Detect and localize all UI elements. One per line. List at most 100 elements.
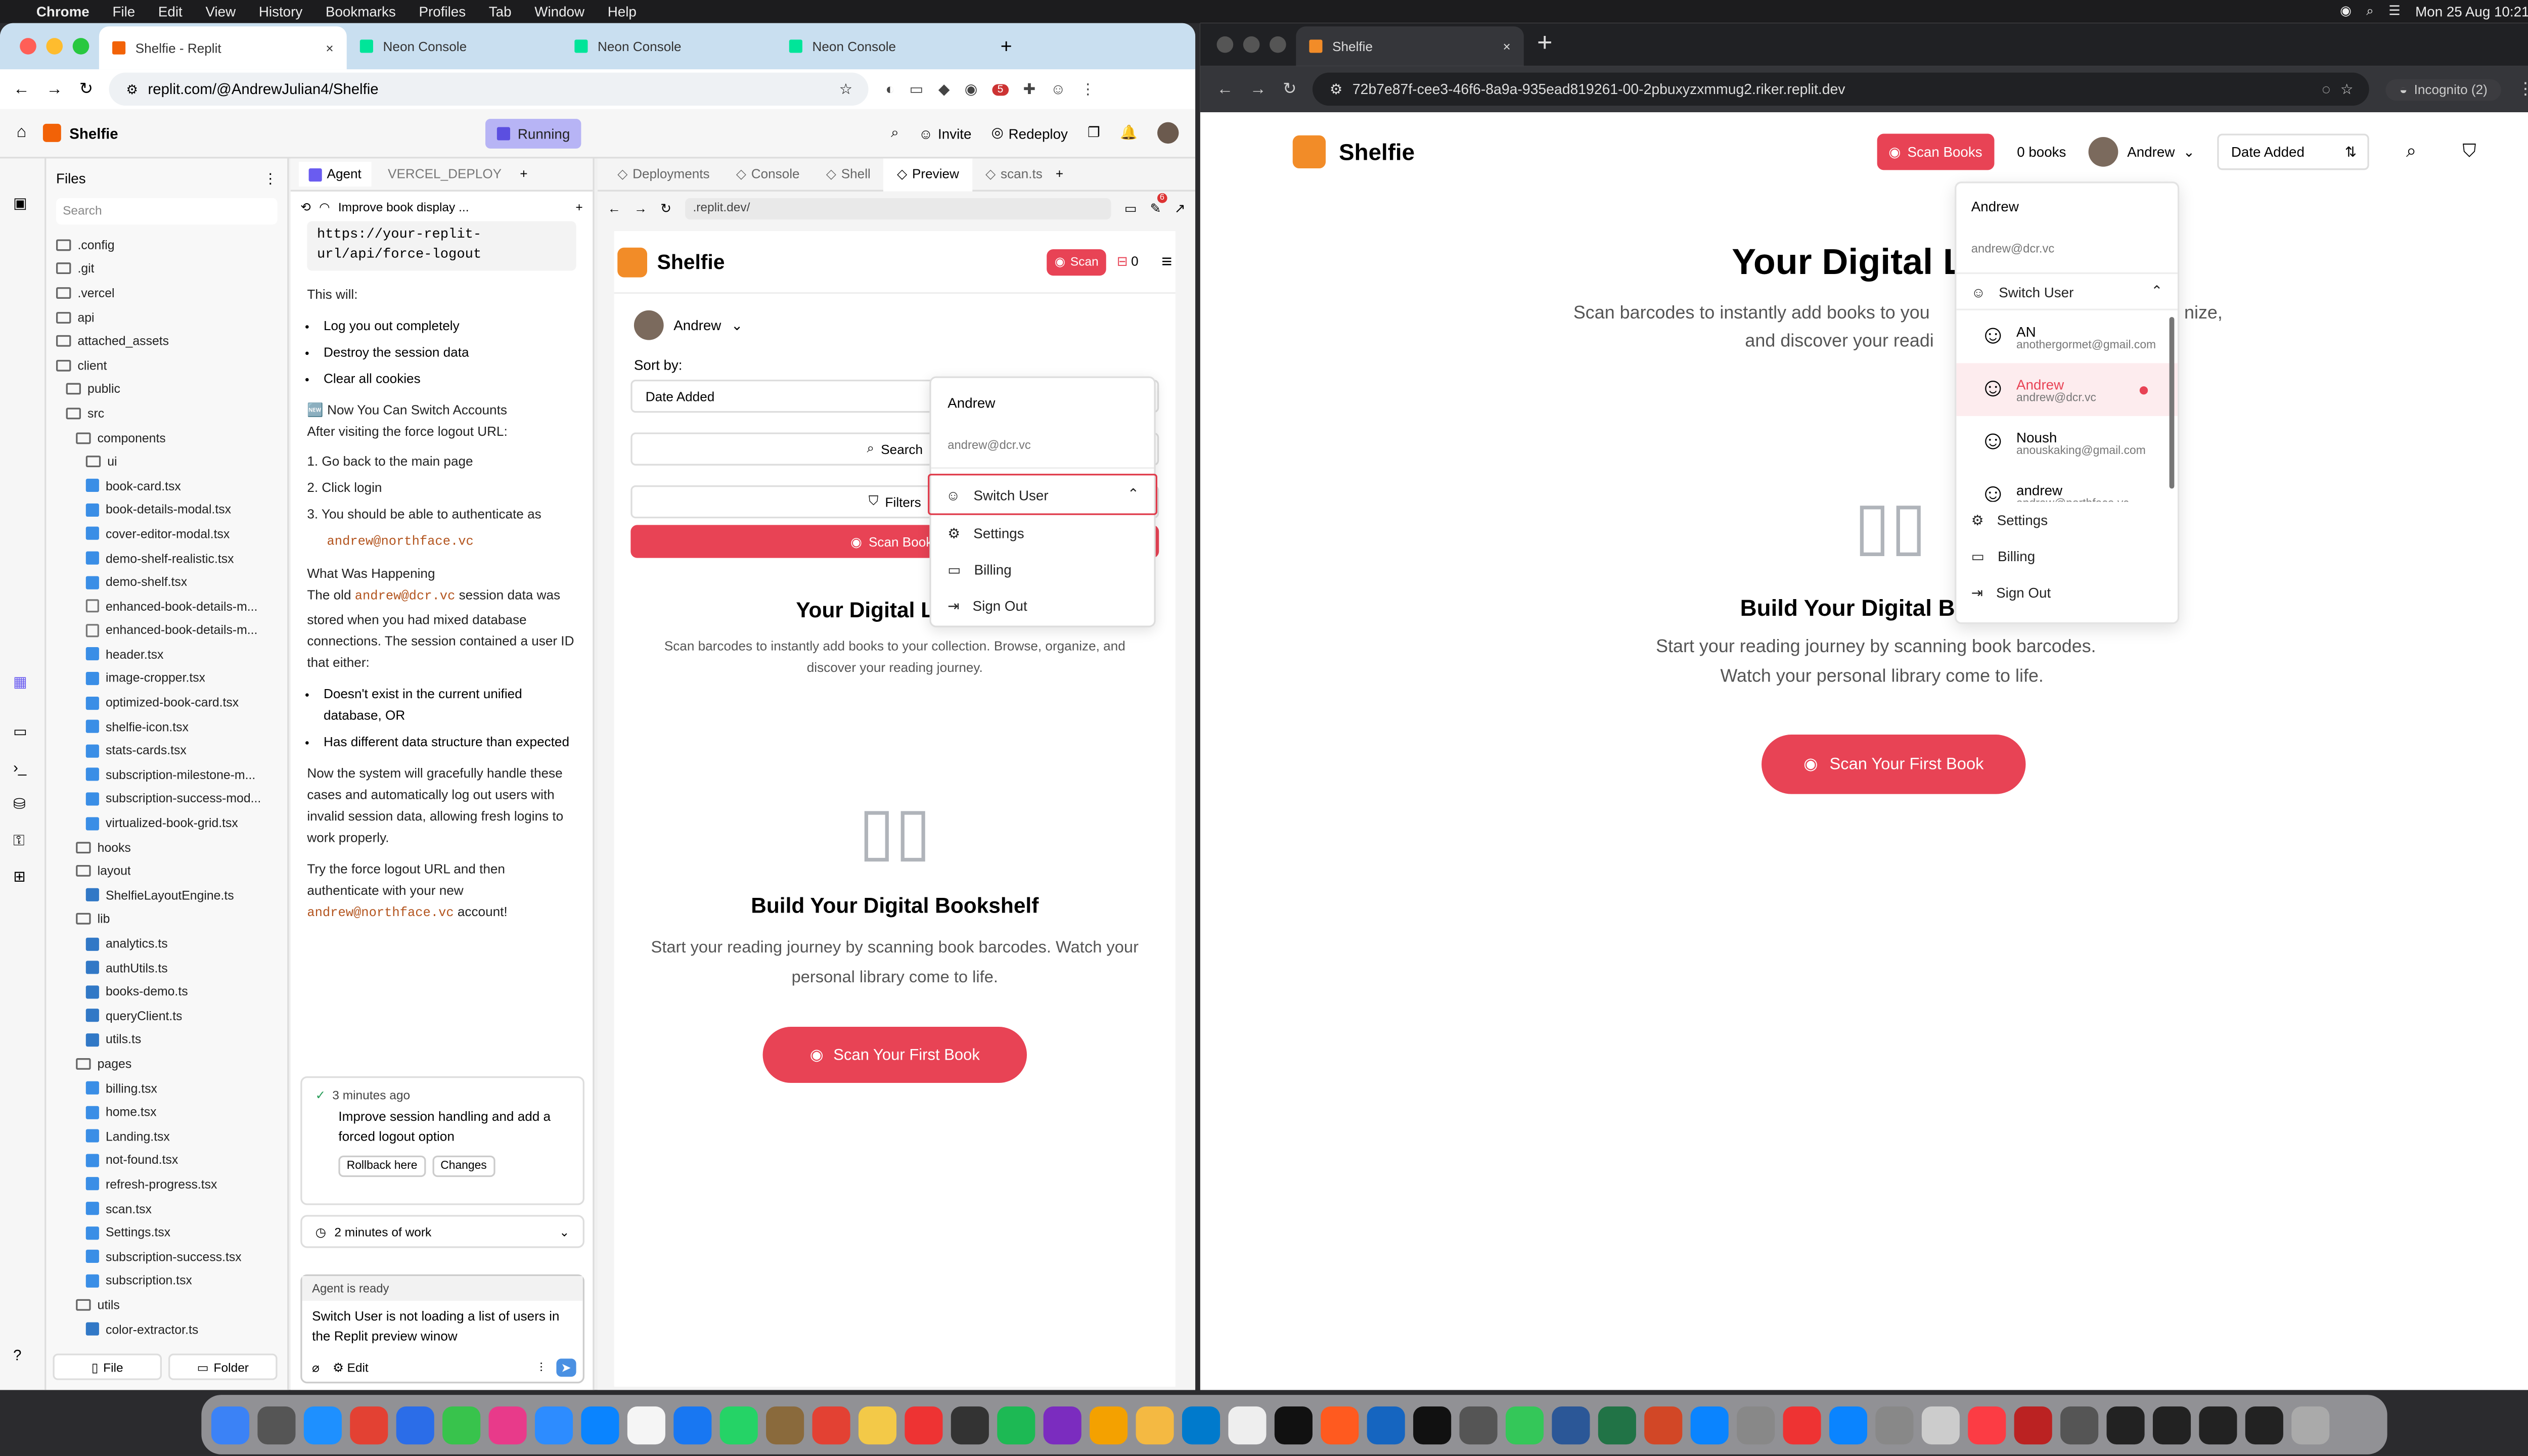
tab-vercel-deploy[interactable]: VERCEL_DEPLOY — [388, 167, 504, 181]
dock-app-icon[interactable] — [2014, 1405, 2052, 1444]
dock-app-icon[interactable] — [442, 1405, 481, 1444]
search-icon[interactable]: ⌕ — [2406, 141, 2416, 162]
dock-app-icon[interactable] — [1552, 1405, 1590, 1444]
dock-app-icon[interactable] — [1321, 1405, 1359, 1444]
tab-neon-1[interactable]: Neon Console — [347, 25, 561, 68]
forward-icon[interactable]: → — [46, 80, 63, 98]
folder-item[interactable]: hooks — [46, 835, 287, 859]
folder-item[interactable]: pages — [46, 1052, 287, 1076]
external-link-icon[interactable]: ↗ — [1175, 201, 1186, 215]
dock-app-icon[interactable] — [2245, 1405, 2283, 1444]
dock-app-icon[interactable] — [1043, 1405, 1081, 1444]
file-item[interactable]: subscription-success.tsx — [46, 1245, 287, 1269]
reload-icon[interactable]: ↻ — [79, 80, 93, 98]
tab-shell[interactable]: ◇ Shell — [813, 158, 884, 191]
file-item[interactable]: enhanced-book-details-m... — [46, 618, 287, 643]
dock-app-icon[interactable] — [303, 1405, 342, 1444]
file-item[interactable]: cover-editor-modal.tsx — [46, 522, 287, 546]
dock-app-icon[interactable] — [858, 1405, 897, 1444]
devices-icon[interactable]: ▭ — [1124, 201, 1137, 215]
file-item[interactable]: books-demo.ts — [46, 980, 287, 1004]
search-icon[interactable]: ⌕ — [2366, 4, 2374, 18]
send-icon[interactable]: ➤ — [556, 1358, 576, 1377]
folder-item[interactable]: lib — [46, 907, 287, 932]
dock-app-icon[interactable] — [488, 1405, 527, 1444]
dock-app-icon[interactable] — [1228, 1405, 1267, 1444]
file-item[interactable]: book-details-modal.tsx — [46, 498, 287, 522]
hamburger-icon[interactable]: ≡ — [1161, 252, 1172, 271]
dock-app-icon[interactable] — [719, 1405, 758, 1444]
preview-icon[interactable]: ▭ — [13, 723, 27, 741]
scan-books-button[interactable]: ◉ Scan Books — [1877, 133, 1994, 170]
file-item[interactable]: Settings.tsx — [46, 1220, 287, 1245]
back-icon[interactable]: ← — [13, 80, 30, 98]
dock-app-icon[interactable] — [951, 1405, 989, 1444]
close-icon[interactable]: × — [326, 40, 333, 55]
dock-app-icon[interactable] — [1090, 1405, 1128, 1444]
file-item[interactable]: scan.tsx — [46, 1197, 287, 1221]
tab-preview[interactable]: ◇ Preview — [883, 157, 973, 191]
menu-chrome[interactable]: Chrome — [36, 4, 89, 20]
user-list-item[interactable]: ☺ Andrew andrew@dcr.vc — [1956, 363, 2178, 416]
pen-icon[interactable]: ✎ 6 — [1150, 192, 1168, 215]
user-list-item[interactable]: ☺ Noush anouskaking@gmail.com — [1956, 416, 2178, 469]
forward-icon[interactable]: → — [634, 201, 647, 215]
file-search-input[interactable]: Search — [56, 198, 278, 225]
dock-app-icon[interactable] — [2152, 1405, 2191, 1444]
dock-app-icon[interactable] — [211, 1405, 250, 1444]
file-item[interactable]: book-card.tsx — [46, 474, 287, 498]
profile-icon[interactable]: ☺ — [1051, 81, 1066, 98]
tab-scan-ts[interactable]: ◇ scan.ts — [972, 158, 1056, 191]
agent-input[interactable]: Switch User is not loading a list of use… — [302, 1301, 583, 1353]
dock-app-icon[interactable] — [396, 1405, 434, 1444]
new-folder-button[interactable]: ▭ Folder — [168, 1353, 278, 1380]
new-thread-icon[interactable]: + — [575, 199, 582, 213]
menu-bookmarks[interactable]: Bookmarks — [326, 4, 396, 20]
scan-first-book-button[interactable]: ◉ Scan Your First Book — [1762, 735, 2026, 794]
home-icon[interactable]: ⌂ — [17, 124, 27, 142]
file-item[interactable]: enhanced-book-details-m... — [46, 594, 287, 618]
billing-item[interactable]: ▭ Billing — [1956, 538, 2178, 574]
menu-history[interactable]: History — [259, 4, 302, 20]
billing-item[interactable]: ▭ Billing — [931, 552, 1154, 588]
user-selector[interactable]: Andrew ⌄ — [2089, 137, 2195, 167]
attach-icon[interactable]: ⌀ — [312, 1360, 320, 1375]
wifi-icon[interactable]: ◉ — [2340, 4, 2352, 18]
folder-item[interactable]: api — [46, 305, 287, 329]
add-tab-icon[interactable]: + — [1056, 167, 1063, 181]
file-item[interactable]: subscription-success-mod... — [46, 787, 287, 811]
file-item[interactable]: analytics.ts — [46, 931, 287, 956]
add-tab-icon[interactable]: + — [520, 167, 527, 181]
control-center-icon[interactable]: ☰ — [2388, 4, 2400, 18]
dock-app-icon[interactable] — [1690, 1405, 1729, 1444]
menu-file[interactable]: File — [112, 4, 135, 20]
dock-app-icon[interactable] — [2106, 1405, 2145, 1444]
reload-icon[interactable]: ↻ — [1283, 80, 1296, 98]
menu-profiles[interactable]: Profiles — [419, 4, 466, 20]
menu-help[interactable]: Help — [608, 4, 637, 20]
extension-icon[interactable]: ▭ — [910, 80, 924, 98]
forward-icon[interactable]: → — [1250, 80, 1267, 98]
tab-agent[interactable]: Agent — [299, 161, 372, 187]
address-bar[interactable]: ⚙ 72b7e87f-cee3-46f6-8a9a-935ead819261-00… — [1313, 72, 2370, 106]
scrollbar[interactable] — [2169, 316, 2175, 489]
extension-icon[interactable]: ◆ — [938, 80, 950, 98]
tab-deployments[interactable]: ◇ Deployments — [604, 158, 723, 191]
user-selector[interactable]: Andrew ⌄ — [634, 310, 1176, 340]
dock-app-icon[interactable] — [1598, 1405, 1636, 1444]
menu-view[interactable]: View — [205, 4, 236, 20]
scan-first-book-button[interactable]: ◉ Scan Your First Book — [762, 1027, 1027, 1083]
sort-select[interactable]: Date Added ⇅ — [2218, 133, 2370, 170]
folder-item[interactable]: utils — [46, 1293, 287, 1317]
dock-app-icon[interactable] — [997, 1405, 1035, 1444]
folder-item[interactable]: layout — [46, 859, 287, 883]
dock-app-icon[interactable] — [1505, 1405, 1544, 1444]
dock-app-icon[interactable] — [350, 1405, 388, 1444]
settings-item[interactable]: ⚙ Settings — [931, 515, 1154, 552]
dock-app-icon[interactable] — [673, 1405, 712, 1444]
extension-icon[interactable]: ◐ — [885, 81, 894, 98]
incognito-badge[interactable]: ◒ Incognito (2) — [2386, 78, 2501, 100]
dock-app-icon[interactable] — [905, 1405, 943, 1444]
file-item[interactable]: color-extractor.ts — [46, 1317, 287, 1341]
user-list-item[interactable]: ☺ andrewandrew@northface.vc — [1956, 469, 2178, 502]
